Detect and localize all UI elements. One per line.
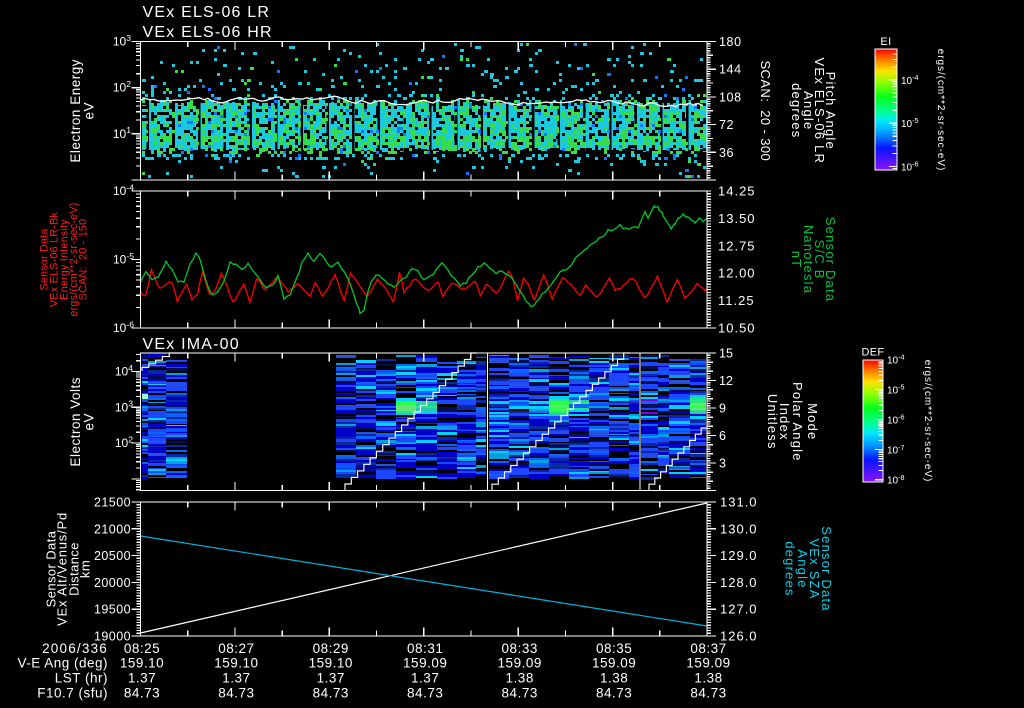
svg-text:1.38: 1.38	[600, 671, 628, 686]
svg-text:84.73: 84.73	[313, 686, 349, 701]
svg-text:84.73: 84.73	[124, 686, 160, 701]
svg-text:SCAN: 20 - 300: SCAN: 20 - 300	[758, 60, 773, 161]
svg-text:84.73: 84.73	[407, 686, 443, 701]
svg-text:159.10: 159.10	[309, 656, 353, 671]
svg-text:VEx IMA-00: VEx IMA-00	[143, 336, 240, 353]
svg-text:21000: 21000	[94, 522, 131, 536]
svg-text:128.0: 128.0	[720, 575, 758, 590]
svg-text:72: 72	[719, 118, 734, 132]
svg-text:159.09: 159.09	[686, 656, 730, 671]
svg-text:08:29: 08:29	[313, 641, 349, 656]
svg-text:eV: eV	[82, 413, 97, 431]
svg-text:159.09: 159.09	[498, 656, 542, 671]
svg-text:84.73: 84.73	[502, 686, 538, 701]
svg-text:1.37: 1.37	[317, 671, 345, 686]
svg-text:3: 3	[719, 457, 726, 471]
svg-text:nT: nT	[789, 251, 804, 269]
svg-text:EI: EI	[880, 36, 891, 48]
svg-text:VEx ELS-06 HR: VEx ELS-06 HR	[143, 24, 273, 41]
svg-text:Mode: Mode	[805, 403, 820, 440]
svg-text:DEF: DEF	[862, 347, 885, 359]
svg-text:08:37: 08:37	[690, 641, 726, 656]
svg-text:1.38: 1.38	[506, 671, 534, 686]
svg-text:12.75: 12.75	[718, 238, 756, 253]
svg-text:130.0: 130.0	[720, 521, 758, 536]
svg-text:08:27: 08:27	[218, 641, 254, 656]
svg-text:degrees: degrees	[783, 541, 798, 596]
svg-text:108: 108	[719, 90, 742, 104]
svg-text:V-E Ang (deg): V-E Ang (deg)	[17, 656, 108, 671]
svg-text:159.10: 159.10	[214, 656, 258, 671]
svg-text:ergs/(cm**2-sr-sec-eV): ergs/(cm**2-sr-sec-eV)	[935, 49, 946, 172]
svg-text:10.50: 10.50	[718, 321, 756, 336]
svg-text:84.73: 84.73	[596, 686, 632, 701]
svg-text:12: 12	[719, 374, 733, 388]
svg-text:08:31: 08:31	[407, 641, 443, 656]
svg-text:20000: 20000	[94, 576, 131, 590]
svg-text:15: 15	[719, 347, 733, 361]
svg-text:13.50: 13.50	[718, 211, 756, 226]
svg-text:9: 9	[719, 402, 726, 416]
svg-text:1.38: 1.38	[694, 671, 722, 686]
svg-text:159.09: 159.09	[592, 656, 636, 671]
svg-text:127.0: 127.0	[720, 602, 758, 617]
svg-text:14.25: 14.25	[718, 184, 756, 199]
svg-text:12.00: 12.00	[718, 266, 756, 281]
svg-text:VEx ELS-06 LR: VEx ELS-06 LR	[143, 4, 271, 21]
svg-text:36: 36	[719, 146, 734, 160]
svg-text:131.0: 131.0	[720, 495, 758, 510]
svg-text:159.09: 159.09	[403, 656, 447, 671]
svg-text:1.37: 1.37	[222, 671, 250, 686]
svg-text:08:25: 08:25	[124, 641, 160, 656]
svg-text:129.0: 129.0	[720, 548, 758, 563]
svg-text:11.25: 11.25	[718, 293, 755, 308]
svg-text:6: 6	[719, 429, 726, 443]
svg-text:84.73: 84.73	[218, 686, 254, 701]
svg-text:1.37: 1.37	[128, 671, 156, 686]
svg-text:08:33: 08:33	[502, 641, 538, 656]
svg-text:degrees: degrees	[789, 83, 804, 138]
svg-text:19500: 19500	[94, 603, 131, 617]
svg-text:144: 144	[719, 63, 742, 77]
svg-text:21500: 21500	[94, 496, 131, 510]
svg-text:km: km	[78, 560, 93, 578]
svg-text:1.37: 1.37	[411, 671, 439, 686]
svg-text:84.73: 84.73	[690, 686, 726, 701]
svg-text:159.10: 159.10	[120, 656, 164, 671]
svg-text:SCAN: 20 - 150: SCAN: 20 - 150	[78, 219, 90, 301]
svg-text:20500: 20500	[94, 549, 131, 563]
svg-text:eV: eV	[82, 102, 97, 120]
svg-text:08:35: 08:35	[596, 641, 632, 656]
svg-text:LST (hr): LST (hr)	[55, 671, 108, 686]
svg-text:Unitless: Unitless	[765, 394, 780, 450]
svg-text:F10.7 (sfu): F10.7 (sfu)	[37, 686, 108, 701]
svg-text:ergs/(cm**2-sr-sec-eV): ergs/(cm**2-sr-sec-eV)	[922, 360, 933, 483]
svg-text:180: 180	[719, 35, 742, 49]
svg-text:2006/336: 2006/336	[42, 641, 108, 656]
